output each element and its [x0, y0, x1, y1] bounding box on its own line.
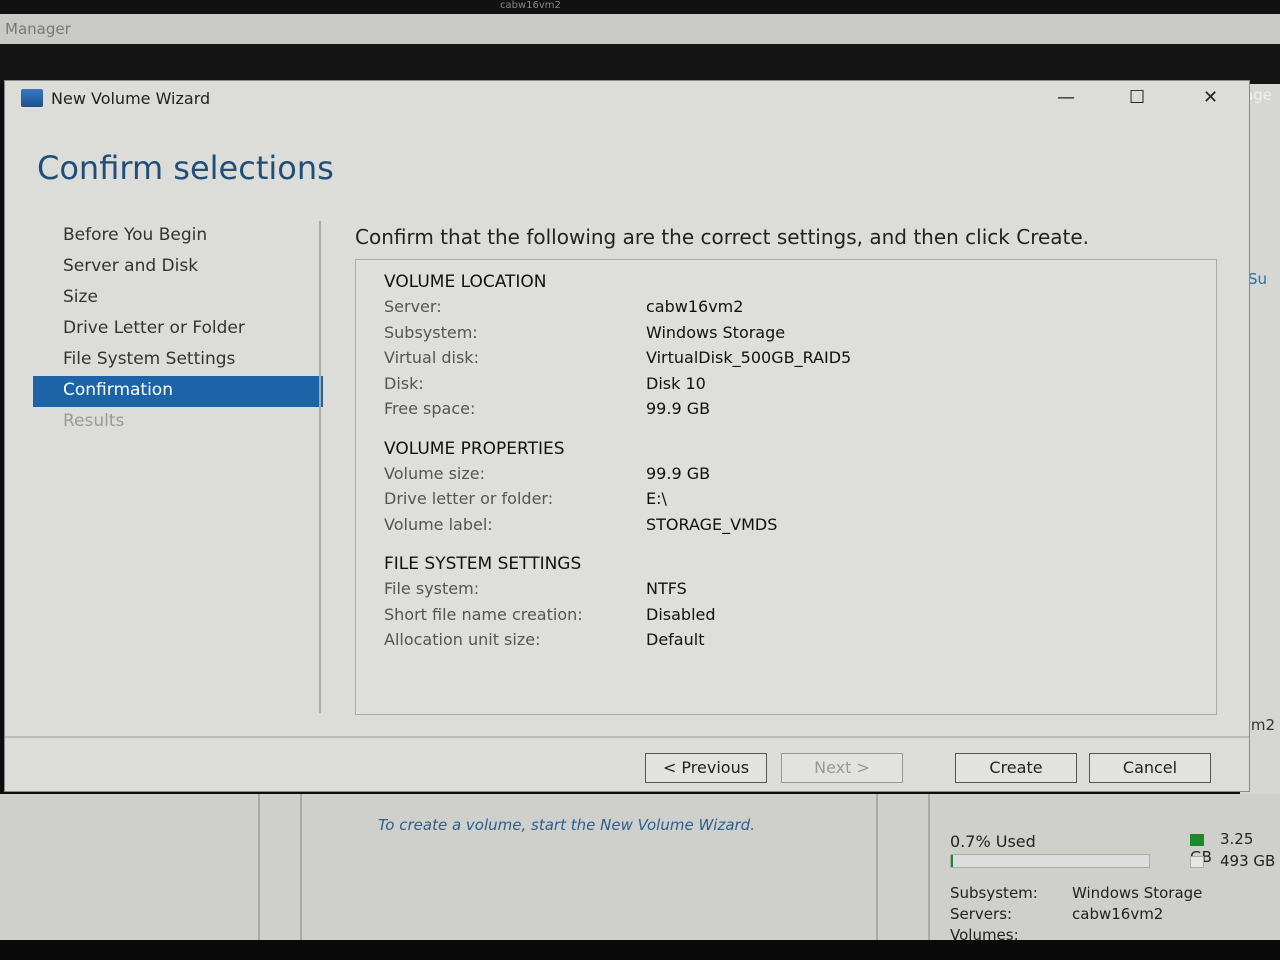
new-volume-hint[interactable]: To create a volume, start the New Volume… — [378, 816, 755, 834]
setting-value: STORAGE_VMDS — [646, 514, 778, 534]
setting-row: Allocation unit size: Default — [384, 630, 1184, 649]
free-swatch-icon — [1190, 855, 1204, 868]
setting-row: File system: NTFS — [384, 579, 1184, 598]
setting-row: Disk: Disk 10 — [384, 374, 1184, 393]
section-title: VOLUME LOCATION — [384, 272, 547, 292]
detail-value: cabw16vm2 — [1072, 905, 1164, 923]
section-title: FILE SYSTEM SETTINGS — [384, 554, 582, 574]
setting-row: Free space: 99.9 GB — [384, 399, 1184, 418]
setting-label: Subsystem: — [384, 322, 478, 342]
setting-label: Short file name creation: — [384, 604, 583, 624]
settings-summary-panel: VOLUME LOCATION Server: cabw16vm2 Subsystem… — [355, 259, 1217, 715]
step-server-and-disk[interactable]: Server and Disk — [33, 252, 323, 283]
setting-row: Volume label: STORAGE_VMDS — [384, 515, 1184, 534]
detail-value: Windows Storage — [1072, 884, 1203, 902]
setting-label: File system: — [384, 579, 480, 598]
create-button[interactable]: Create — [955, 753, 1077, 783]
setting-label: Volume size: — [384, 463, 486, 483]
step-confirmation[interactable]: Confirmation — [33, 376, 323, 407]
wizard-steps-nav: Before You Begin Server and Disk Size Dr… — [33, 221, 323, 438]
setting-row: Short file name creation: Disabled — [384, 605, 1184, 624]
next-button: Next > — [781, 753, 903, 783]
section-title: VOLUME PROPERTIES — [384, 438, 565, 459]
page-heading: Confirm selections — [37, 149, 334, 187]
close-button[interactable]: ✕ — [1203, 87, 1218, 108]
minimize-button[interactable]: — — [1057, 87, 1075, 108]
step-before-you-begin[interactable]: Before You Begin — [33, 221, 323, 252]
dialog-titlebar: New Volume Wizard — ☐ ✕ — [5, 81, 1249, 117]
cancel-button[interactable]: Cancel — [1089, 753, 1211, 783]
detail-row: Servers: cabw16vm2 — [950, 905, 1163, 923]
setting-row: Virtual disk: VirtualDisk_500GB_RAID5 — [384, 348, 1184, 367]
legend-free: 493 GB — [1190, 852, 1275, 870]
new-volume-wizard-dialog: New Volume Wizard — ☐ ✕ Confirm selectio… — [4, 80, 1250, 792]
setting-value: Windows Storage — [646, 322, 786, 342]
setting-label: Free space: — [384, 399, 476, 418]
detail-row: Subsystem: Windows Storage — [950, 884, 1202, 902]
setting-value: VirtualDisk_500GB_RAID5 — [646, 348, 852, 367]
setting-value: E:\ — [646, 489, 667, 508]
setting-label: Volume label: — [384, 514, 493, 534]
step-size[interactable]: Size — [33, 283, 323, 314]
fragment-text[interactable]: Su — [1248, 270, 1267, 288]
server-manager-titlebar: Manager cabw16vm2 — [0, 0, 1280, 44]
detail-key: Servers: — [950, 905, 1013, 923]
previous-button[interactable]: < Previous — [645, 753, 767, 783]
step-drive-letter[interactable]: Drive Letter or Folder — [33, 314, 323, 345]
setting-value: NTFS — [646, 579, 687, 598]
setting-row: Volume size: 99.9 GB — [384, 464, 1184, 483]
taskbar-top — [0, 0, 1280, 14]
setting-value: 99.9 GB — [646, 463, 711, 483]
setting-row: Drive letter or folder: E:\ — [384, 489, 1184, 508]
setting-label: Disk: — [384, 373, 424, 393]
background-disk-panel: To create a volume, start the New Volume… — [0, 794, 1280, 944]
setting-value: Default — [646, 630, 705, 649]
confirm-instructions: Confirm that the following are the corre… — [355, 225, 1090, 249]
step-file-system-settings[interactable]: File System Settings — [33, 345, 323, 376]
usage-bar-fill — [951, 855, 953, 867]
setting-value: Disk 10 — [646, 373, 706, 393]
free-value: 493 GB — [1220, 852, 1276, 870]
manager-title: Manager — [5, 20, 71, 38]
nav-divider — [319, 221, 321, 713]
setting-row: Server: cabw16vm2 — [384, 297, 1184, 316]
setting-label: Server: — [384, 297, 442, 316]
dialog-title: New Volume Wizard — [51, 89, 211, 108]
setting-label: Virtual disk: — [384, 348, 479, 367]
wizard-app-icon — [21, 89, 43, 107]
setting-label: Drive letter or folder: — [384, 489, 554, 508]
server-manager-toolbar — [0, 44, 1280, 84]
setting-value: Disabled — [646, 604, 716, 624]
footer-divider — [5, 736, 1249, 738]
window-tab[interactable]: cabw16vm2 — [500, 0, 561, 11]
used-swatch-icon — [1190, 833, 1204, 846]
taskbar — [0, 940, 1280, 960]
setting-value: cabw16vm2 — [646, 297, 744, 316]
setting-value: 99.9 GB — [646, 399, 711, 418]
maximize-button[interactable]: ☐ — [1129, 87, 1145, 108]
usage-label: 0.7% Used — [950, 832, 1036, 851]
detail-key: Subsystem: — [950, 884, 1038, 902]
setting-row: Subsystem: Windows Storage — [384, 323, 1184, 342]
step-results: Results — [63, 411, 125, 431]
usage-bar — [950, 854, 1150, 868]
setting-label: Allocation unit size: — [384, 630, 541, 649]
